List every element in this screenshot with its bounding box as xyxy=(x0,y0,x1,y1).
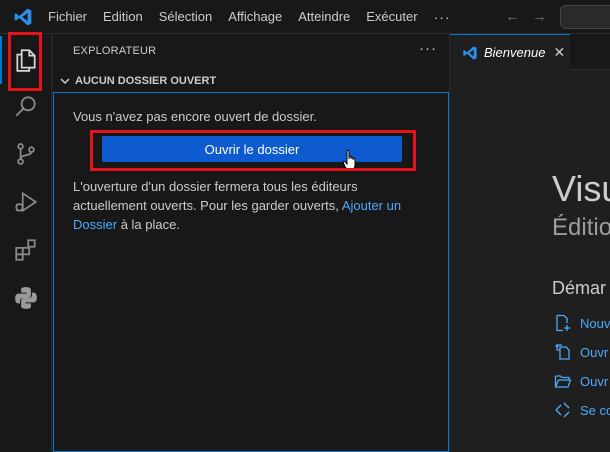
search-icon xyxy=(15,96,36,117)
vscode-tab-icon xyxy=(463,45,477,60)
no-folder-message: Vous n'avez pas encore ouvert de dossier… xyxy=(73,109,317,124)
open-folder-note: L'ouverture d'un dossier fermera tous le… xyxy=(73,177,423,234)
welcome-subtitle: Éditio xyxy=(552,214,610,241)
start-item-label: Se co xyxy=(580,402,610,418)
sidebar-title: EXPLORATEUR xyxy=(73,45,157,57)
chevron-down-icon xyxy=(60,78,70,85)
tab-label: Bienvenue xyxy=(484,45,546,60)
start-connect[interactable]: Se co xyxy=(554,400,610,420)
open-button-highlight-box xyxy=(90,130,416,171)
title-bar: Fichier Edition Sélection Affichage Atte… xyxy=(0,0,610,34)
activity-run-debug[interactable] xyxy=(0,178,52,226)
activity-bar xyxy=(0,34,52,452)
menu-more-button[interactable]: ··· xyxy=(426,0,459,34)
tab-bar: Bienvenue ✕ xyxy=(450,34,610,70)
folder-icon xyxy=(554,375,572,388)
start-item-label: Ouvr xyxy=(580,344,609,360)
menu-fichier[interactable]: Fichier xyxy=(40,0,95,34)
start-heading: Démar xyxy=(552,278,607,298)
arrow-left-icon[interactable]: ← xyxy=(505,8,520,25)
extensions-icon xyxy=(15,239,36,261)
new-file-icon xyxy=(556,314,570,332)
tab-bienvenue[interactable]: Bienvenue ✕ xyxy=(450,34,570,70)
section-header-no-folder[interactable]: AUCUN DOSSIER OUVERT xyxy=(53,70,449,92)
menu-atteindre[interactable]: Atteindre xyxy=(290,0,358,34)
editor-area: Bienvenue ✕ Visu Éditio Démar Nouv Ouvr … xyxy=(450,34,610,452)
start-item-label: Ouvr xyxy=(580,373,609,389)
note-suffix: à la place. xyxy=(117,217,180,232)
start-open-folder[interactable]: Ouvr xyxy=(554,371,608,391)
start-item-label: Nouv xyxy=(580,315,610,331)
menu-bar: Fichier Edition Sélection Affichage Atte… xyxy=(40,0,459,34)
python-icon xyxy=(15,287,37,309)
command-center-search[interactable] xyxy=(560,5,610,29)
menu-affichage[interactable]: Affichage xyxy=(220,0,290,34)
activity-python[interactable] xyxy=(0,274,52,322)
open-file-icon xyxy=(555,344,570,360)
menu-selection[interactable]: Sélection xyxy=(151,0,220,34)
menu-edition[interactable]: Edition xyxy=(95,0,151,34)
welcome-title: Visu xyxy=(552,168,610,209)
activity-extensions[interactable] xyxy=(0,226,52,274)
arrow-right-icon[interactable]: → xyxy=(532,8,547,25)
active-indicator xyxy=(0,36,2,84)
explorer-highlight-box xyxy=(8,32,42,91)
close-icon[interactable]: ✕ xyxy=(553,44,565,61)
section-title: AUCUN DOSSIER OUVERT xyxy=(75,75,217,87)
explorer-sidebar: EXPLORATEUR ··· AUCUN DOSSIER OUVERT Vou… xyxy=(53,34,450,452)
note-text: L'ouverture d'un dossier fermera tous le… xyxy=(73,179,358,213)
sidebar-more-button[interactable]: ··· xyxy=(419,40,437,57)
source-control-icon xyxy=(17,143,35,165)
run-debug-icon xyxy=(15,191,38,213)
start-new-file[interactable]: Nouv xyxy=(554,313,610,333)
activity-source-control[interactable] xyxy=(0,130,52,178)
menu-executer[interactable]: Exécuter xyxy=(358,0,425,34)
vscode-logo-icon[interactable] xyxy=(13,7,33,27)
start-open-file[interactable]: Ouvr xyxy=(554,342,608,362)
remote-connect-icon xyxy=(555,402,570,418)
